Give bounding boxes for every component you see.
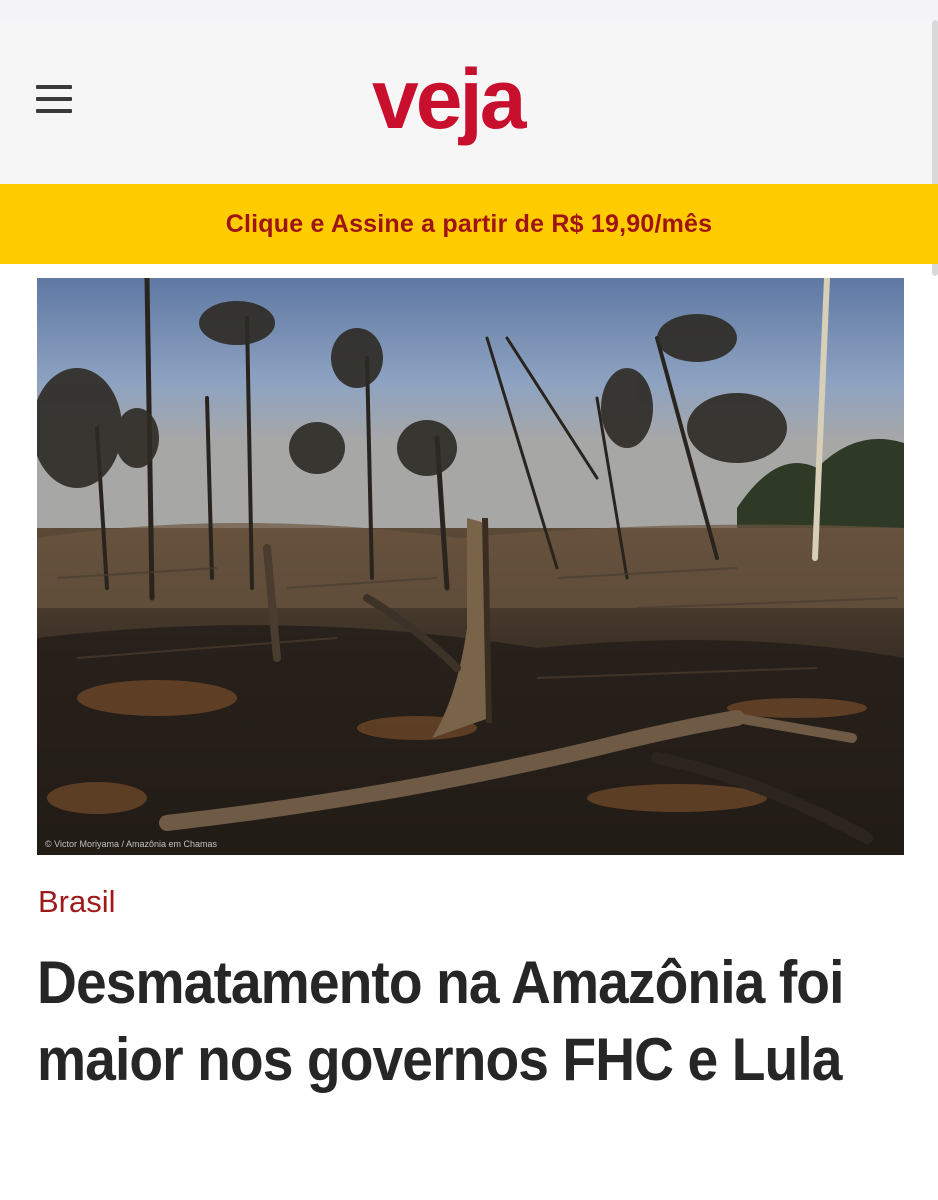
deforestation-photo <box>37 278 904 855</box>
hamburger-menu-icon[interactable] <box>34 83 74 115</box>
photo-credit: © Victor Moriyama / Amazônia em Chamas <box>45 839 218 849</box>
site-header: veja <box>0 20 938 184</box>
menu-line <box>36 109 72 113</box>
status-strip <box>0 0 938 20</box>
promo-text: Clique e Assine a partir de R$ 19,90/mês <box>225 209 713 238</box>
menu-line <box>36 97 72 101</box>
menu-line <box>36 85 72 89</box>
article-headline[interactable]: Desmatamento na Amazônia foi maior nos g… <box>37 944 847 1098</box>
hero-image: © Victor Moriyama / Amazônia em Chamas <box>37 278 904 855</box>
logo-text: veja <box>372 62 528 146</box>
subscribe-promo-banner[interactable]: Clique e Assine a partir de R$ 19,90/mês <box>0 184 938 264</box>
section-link-brasil[interactable]: Brasil <box>38 884 116 920</box>
veja-logo[interactable]: veja <box>372 52 572 162</box>
